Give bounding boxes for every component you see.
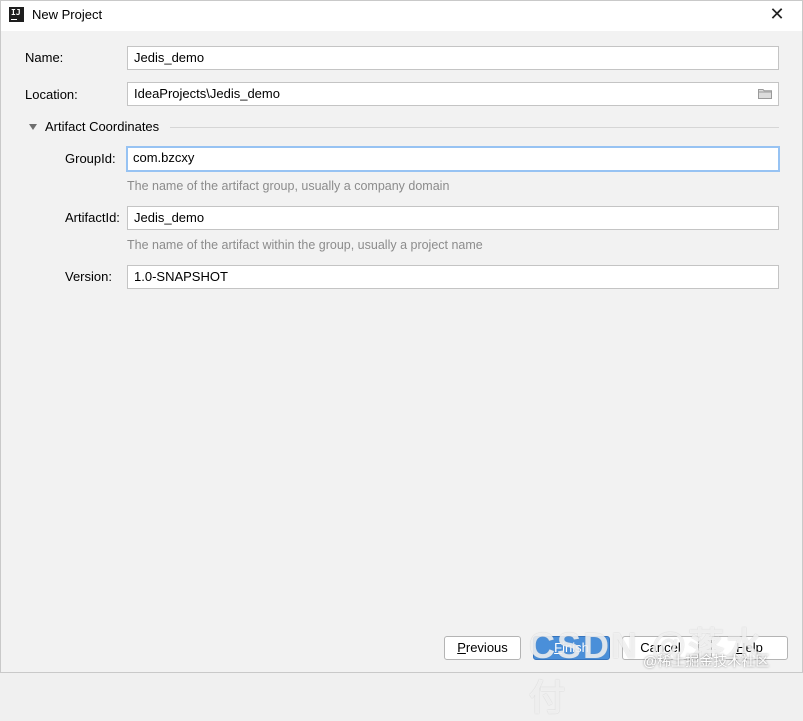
new-project-dialog: IJ New Project ✕ Name: Jedis_demo Locati… (0, 0, 803, 718)
name-label: Name: (25, 50, 64, 65)
cancel-label: Cancel (640, 640, 681, 655)
close-icon[interactable]: ✕ (766, 4, 788, 26)
version-field[interactable]: 1.0-SNAPSHOT (127, 265, 779, 289)
help-label-rest: elp (745, 640, 763, 655)
cancel-button[interactable]: Cancel (622, 636, 699, 660)
previous-mnemonic: P (457, 640, 466, 655)
location-value: IdeaProjects\Jedis_demo (134, 86, 280, 101)
previous-label-rest: revious (465, 640, 508, 655)
help-button[interactable]: Help (711, 636, 788, 660)
previous-button[interactable]: Previous (444, 636, 521, 660)
artifactid-hint: The name of the artifact within the grou… (127, 238, 483, 252)
folder-icon[interactable] (758, 88, 772, 99)
artifactid-label: ArtifactId: (65, 210, 120, 225)
title-bar: IJ New Project ✕ (1, 1, 802, 31)
finish-button[interactable]: Finish (533, 636, 610, 660)
groupid-hint: The name of the artifact group, usually … (127, 179, 450, 193)
version-label: Version: (65, 269, 112, 284)
chevron-down-icon (29, 124, 37, 130)
location-label: Location: (25, 87, 78, 102)
finish-label-rest: inish (562, 640, 589, 655)
artifact-coordinates-title: Artifact Coordinates (45, 119, 160, 134)
location-field[interactable]: IdeaProjects\Jedis_demo (127, 82, 779, 106)
groupid-field[interactable]: com.bzcxy (126, 146, 780, 172)
csdn-watermark: CSDN @落水付 (529, 625, 765, 718)
groupid-label: GroupId: (65, 151, 116, 166)
artifactid-field[interactable]: Jedis_demo (127, 206, 779, 230)
dialog-title: New Project (32, 7, 103, 22)
intellij-icon: IJ (9, 7, 24, 22)
finish-mnemonic: F (554, 640, 563, 655)
section-divider (170, 127, 779, 128)
name-field[interactable]: Jedis_demo (127, 46, 779, 70)
help-mnemonic: H (736, 640, 746, 655)
